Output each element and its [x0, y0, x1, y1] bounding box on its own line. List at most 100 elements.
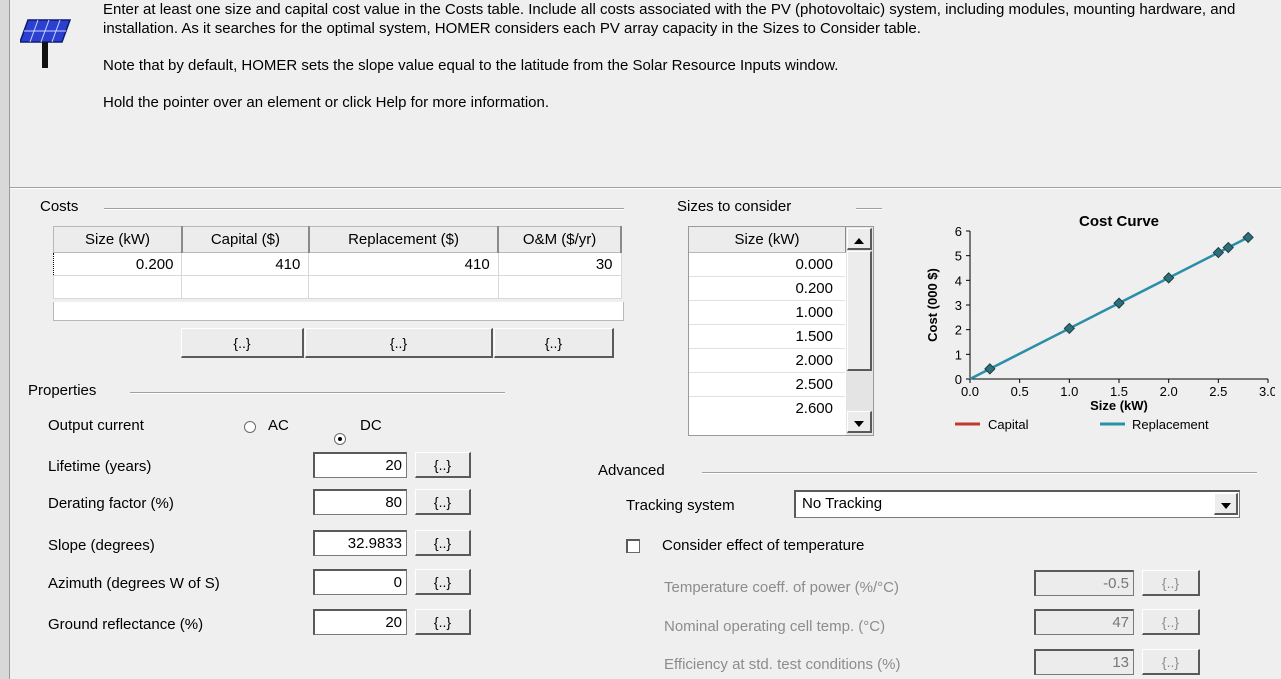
- data-point: [1113, 297, 1125, 309]
- cost-cell-capital[interactable]: [181, 275, 310, 299]
- data-point: [1212, 246, 1225, 259]
- output-current-label: Output current: [48, 417, 144, 434]
- ac-radio[interactable]: [244, 421, 256, 433]
- costs-table-header: Size (kW) Capital ($) Replacement ($) O&…: [52, 226, 622, 253]
- capital-sensitivity-button[interactable]: {..}: [181, 328, 304, 358]
- col-replacement[interactable]: Replacement ($): [308, 226, 500, 253]
- slope-input[interactable]: 32.9833: [313, 530, 407, 556]
- azimuth-label: Azimuth (degrees W of S): [48, 575, 220, 592]
- x-tick-label: 0.0: [961, 384, 979, 399]
- derating-sensitivity-button[interactable]: {..}: [415, 489, 471, 515]
- ac-radio-label[interactable]: AC: [268, 417, 289, 434]
- azimuth-sensitivity-button[interactable]: {..}: [415, 569, 471, 595]
- y-tick-label: 5: [955, 249, 962, 264]
- sizes-list[interactable]: Size (kW) 0.000 0.200 1.000 1.500 2.000 …: [688, 226, 874, 436]
- cost-cell-size[interactable]: 0.200: [52, 252, 183, 276]
- temp-coeff-sensitivity-button[interactable]: {..}: [1142, 570, 1200, 596]
- temp-coeff-input[interactable]: -0.5: [1034, 570, 1134, 596]
- temperature-checkbox[interactable]: [626, 539, 640, 553]
- costs-group-line: [104, 208, 624, 210]
- cost-cell-om[interactable]: 30: [497, 252, 622, 276]
- properties-group-label: Properties: [28, 382, 97, 399]
- scroll-thumb[interactable]: [847, 251, 872, 371]
- info-paragraph-2: Note that by default, HOMER sets the slo…: [103, 57, 839, 74]
- costs-table-empty-area: [53, 302, 624, 321]
- costs-group-label: Costs: [40, 198, 79, 215]
- lifetime-input[interactable]: 20: [313, 452, 407, 478]
- noct-input[interactable]: 47: [1034, 609, 1134, 635]
- slope-label: Slope (degrees): [48, 537, 155, 554]
- ground-reflectance-sensitivity-button[interactable]: {..}: [415, 609, 471, 635]
- window-frame-left: [0, 0, 10, 679]
- data-point: [1242, 231, 1254, 244]
- advanced-group-label: Advanced: [598, 462, 665, 479]
- list-item[interactable]: 2.600: [689, 397, 845, 420]
- ground-reflectance-label: Ground reflectance (%): [48, 616, 204, 633]
- scroll-up-button[interactable]: [847, 228, 872, 250]
- scroll-down-button[interactable]: [847, 411, 872, 433]
- x-tick-label: 1.0: [1060, 384, 1078, 399]
- x-tick-label: 1.5: [1110, 384, 1128, 399]
- chevron-down-icon: [1220, 503, 1231, 509]
- table-row: [52, 275, 622, 299]
- ground-reflectance-input[interactable]: 20: [313, 609, 407, 635]
- info-paragraph-1: Enter at least one size and capital cost…: [103, 1, 1236, 37]
- azimuth-input[interactable]: 0: [313, 569, 407, 595]
- data-point: [984, 363, 996, 375]
- om-sensitivity-button[interactable]: {..}: [494, 328, 614, 358]
- cost-cell-capital[interactable]: 410: [181, 252, 310, 276]
- data-point: [1063, 322, 1076, 335]
- tracking-select[interactable]: No Tracking: [794, 490, 1240, 518]
- replacement-sensitivity-button[interactable]: {..}: [305, 328, 493, 358]
- efficiency-label: Efficiency at std. test conditions (%): [664, 656, 901, 673]
- list-item[interactable]: 0.200: [689, 277, 845, 301]
- list-item[interactable]: 1.500: [689, 325, 845, 349]
- costs-table[interactable]: Size (kW) Capital ($) Replacement ($) O&…: [52, 226, 622, 299]
- sizes-group-line: [856, 208, 882, 210]
- col-size[interactable]: Size (kW): [52, 226, 183, 253]
- sizes-scrollbar[interactable]: [846, 227, 873, 435]
- col-capital[interactable]: Capital ($): [181, 226, 310, 253]
- col-om[interactable]: O&M ($/yr): [497, 226, 622, 253]
- cost-cell-replacement[interactable]: [308, 275, 499, 299]
- y-tick-label: 0: [955, 372, 962, 387]
- y-tick-label: 6: [955, 224, 962, 239]
- efficiency-input[interactable]: 13: [1034, 649, 1134, 675]
- slope-sensitivity-button[interactable]: {..}: [415, 530, 471, 556]
- list-item[interactable]: 2.500: [689, 373, 845, 397]
- temp-coeff-label: Temperature coeff. of power (%/°C): [664, 579, 899, 596]
- solar-panel-icon: [18, 16, 84, 68]
- lifetime-label: Lifetime (years): [48, 458, 152, 475]
- list-item[interactable]: 1.000: [689, 301, 845, 325]
- derating-label: Derating factor (%): [48, 495, 174, 512]
- sizes-header[interactable]: Size (kW): [689, 227, 847, 253]
- dc-radio[interactable]: [334, 433, 346, 445]
- list-item[interactable]: 0.000: [689, 253, 845, 277]
- info-paragraph-3: Hold the pointer over an element or clic…: [103, 94, 550, 111]
- y-tick-label: 4: [955, 273, 962, 288]
- y-tick-label: 1: [955, 347, 962, 362]
- temperature-checkbox-label[interactable]: Consider effect of temperature: [662, 537, 864, 554]
- series-line-replacement: [969, 236, 1249, 381]
- efficiency-sensitivity-button[interactable]: {..}: [1142, 649, 1200, 675]
- list-item[interactable]: 2.000: [689, 349, 845, 373]
- info-text: Enter at least one size and capital cost…: [103, 0, 1273, 112]
- legend-capital-label: Capital: [988, 417, 1029, 432]
- cost-cell-size[interactable]: [52, 275, 183, 299]
- cost-cell-om[interactable]: [497, 275, 622, 299]
- table-row: 0.200 410 410 30: [52, 252, 622, 276]
- noct-sensitivity-button[interactable]: {..}: [1142, 609, 1200, 635]
- x-tick-label: 3.0: [1259, 384, 1275, 399]
- noct-label: Nominal operating cell temp. (°C): [664, 618, 886, 635]
- derating-input[interactable]: 80: [313, 489, 407, 515]
- cost-cell-replacement[interactable]: 410: [308, 252, 499, 276]
- cost-curve-svg: Cost Curve 0.0 0.5 1.0 1.5 2.0 2.5 3.0 0 1 2 3 4 5 6 Si…: [925, 213, 1277, 432]
- y-tick-label: 2: [955, 323, 962, 338]
- lifetime-sensitivity-button[interactable]: {..}: [415, 452, 471, 478]
- tracking-label: Tracking system: [626, 497, 735, 514]
- data-point: [1222, 241, 1234, 254]
- x-tick-label: 2.5: [1209, 384, 1227, 399]
- legend-replacement-label: Replacement: [1132, 417, 1209, 432]
- tracking-dropdown-button[interactable]: [1214, 493, 1238, 515]
- dc-radio-label[interactable]: DC: [360, 417, 382, 434]
